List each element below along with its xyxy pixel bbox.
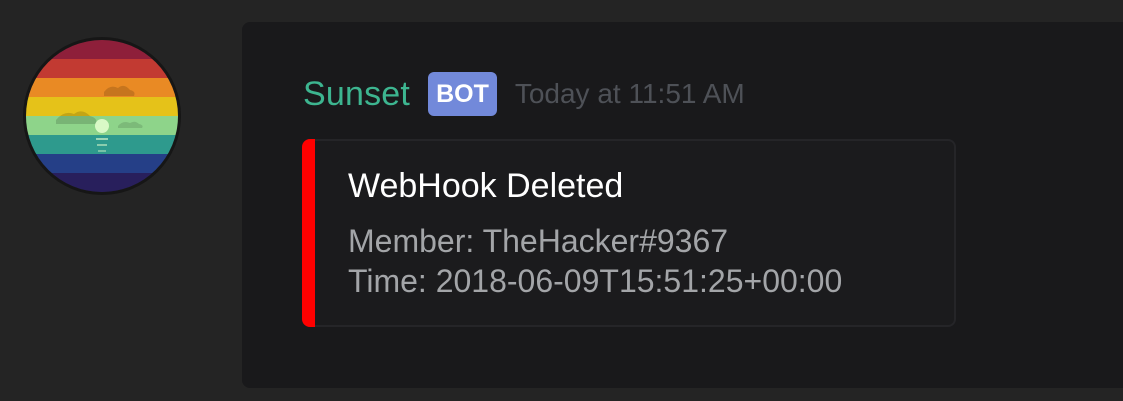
embed-title: WebHook Deleted [348, 167, 624, 205]
sunset-avatar-icon[interactable] [26, 40, 178, 192]
message-header: Sunset BOT Today at 11:51 AM [303, 68, 745, 120]
embed-accent-bar [302, 139, 315, 327]
message-timestamp[interactable]: Today at 11:51 AM [515, 78, 745, 110]
embed-line-member: Member: TheHacker#9367 [348, 223, 729, 259]
chat-view: Sunset BOT Today at 11:51 AM WebHook Del… [0, 0, 1123, 401]
embed-description: Member: TheHacker#9367 Time: 2018-06-09T… [348, 221, 842, 301]
embed-line-time: Time: 2018-06-09T15:51:25+00:00 [348, 263, 843, 299]
message-embed: WebHook Deleted Member: TheHacker#9367 T… [302, 139, 956, 327]
bot-tag-badge: BOT [428, 72, 497, 116]
username[interactable]: Sunset [303, 75, 410, 114]
